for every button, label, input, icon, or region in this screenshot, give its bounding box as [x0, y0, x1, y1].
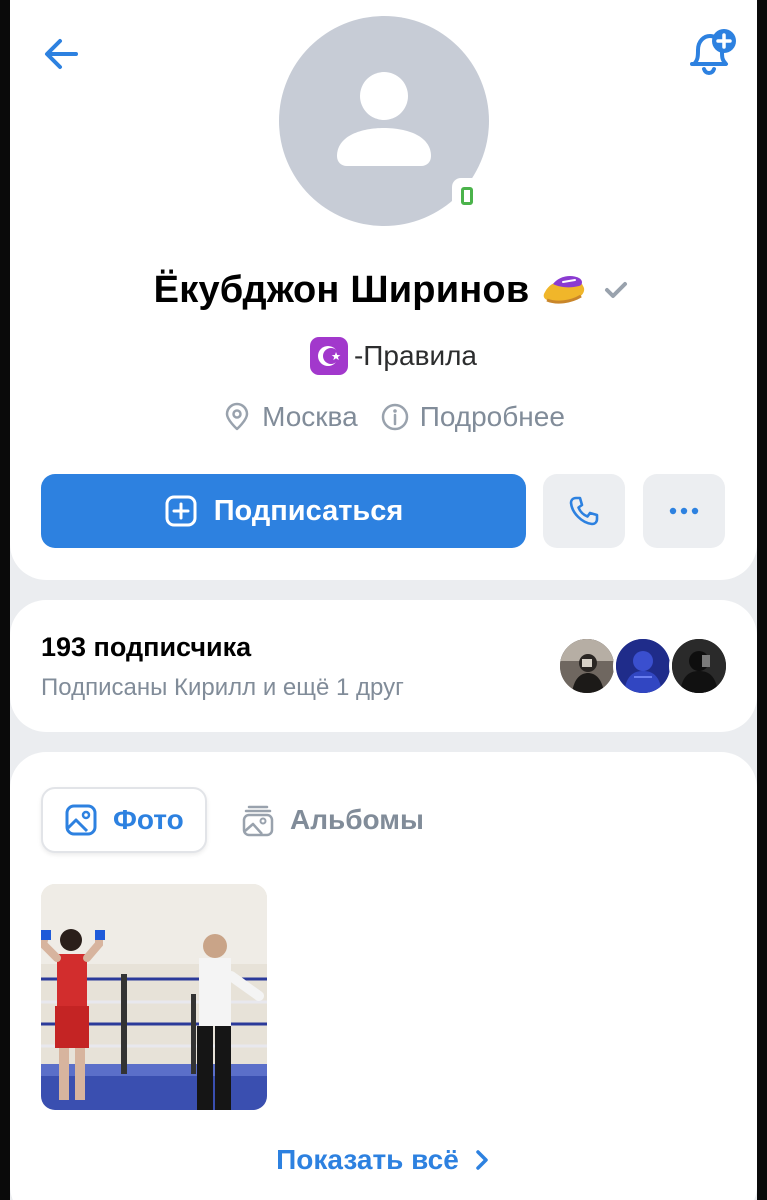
tab-photos-label: Фото [113, 804, 184, 835]
show-all-link[interactable]: Показать всё [10, 1135, 757, 1185]
photo-thumbnail[interactable] [41, 884, 267, 1110]
profile-name: Ёкубджон Ширинов [153, 268, 530, 311]
name-row: Ёкубджон Ширинов [10, 260, 757, 320]
subscribe-button[interactable]: Подписаться [41, 474, 526, 548]
sneaker-emoji-icon [544, 276, 585, 304]
call-button[interactable] [543, 474, 625, 548]
follower-avatar[interactable] [669, 636, 729, 696]
followers-count: 193 подписчика [41, 632, 252, 662]
followers-subtitle: Подписаны Кирилл и ещё 1 друг [41, 674, 404, 701]
profile-screen: Ёкубджон Ширинов -Правила Москва Подробн… [10, 0, 757, 1200]
tab-albums[interactable]: Альбомы [240, 787, 460, 853]
chevron-right-icon [476, 1150, 488, 1170]
follower-avatar[interactable] [613, 636, 673, 696]
tab-photos[interactable]: Фото [41, 787, 207, 853]
add-square-icon [165, 495, 197, 527]
subscribe-label: Подписаться [213, 494, 404, 527]
back-button[interactable] [36, 28, 88, 80]
status-row: -Правила [10, 332, 757, 380]
show-all-label: Показать всё [276, 1144, 459, 1175]
city-label: Москва [262, 401, 358, 432]
arrow-left-icon [45, 39, 78, 69]
more-horizontal-icon [669, 507, 699, 515]
mobile-icon [461, 187, 473, 205]
boxing-photo-image [41, 884, 267, 1110]
location-item: Москва [222, 401, 358, 433]
details-link[interactable]: Подробнее [380, 401, 565, 433]
phone-icon [569, 496, 599, 526]
info-row: Москва Подробнее [10, 394, 757, 440]
details-label: Подробнее [419, 401, 565, 432]
info-circle-icon [381, 403, 408, 431]
bell-plus-icon [690, 29, 736, 76]
image-icon [65, 804, 97, 836]
more-button[interactable] [643, 474, 725, 548]
notifications-button[interactable] [680, 26, 738, 78]
album-stack-icon [242, 805, 274, 837]
location-pin-icon [225, 402, 249, 431]
tab-albums-label: Альбомы [290, 804, 424, 835]
check-icon [605, 282, 628, 298]
follower-avatar[interactable] [557, 636, 617, 696]
status-text: -Правила [353, 340, 478, 371]
star-crescent-emoji-icon [309, 337, 348, 375]
online-mobile-indicator [452, 178, 482, 214]
